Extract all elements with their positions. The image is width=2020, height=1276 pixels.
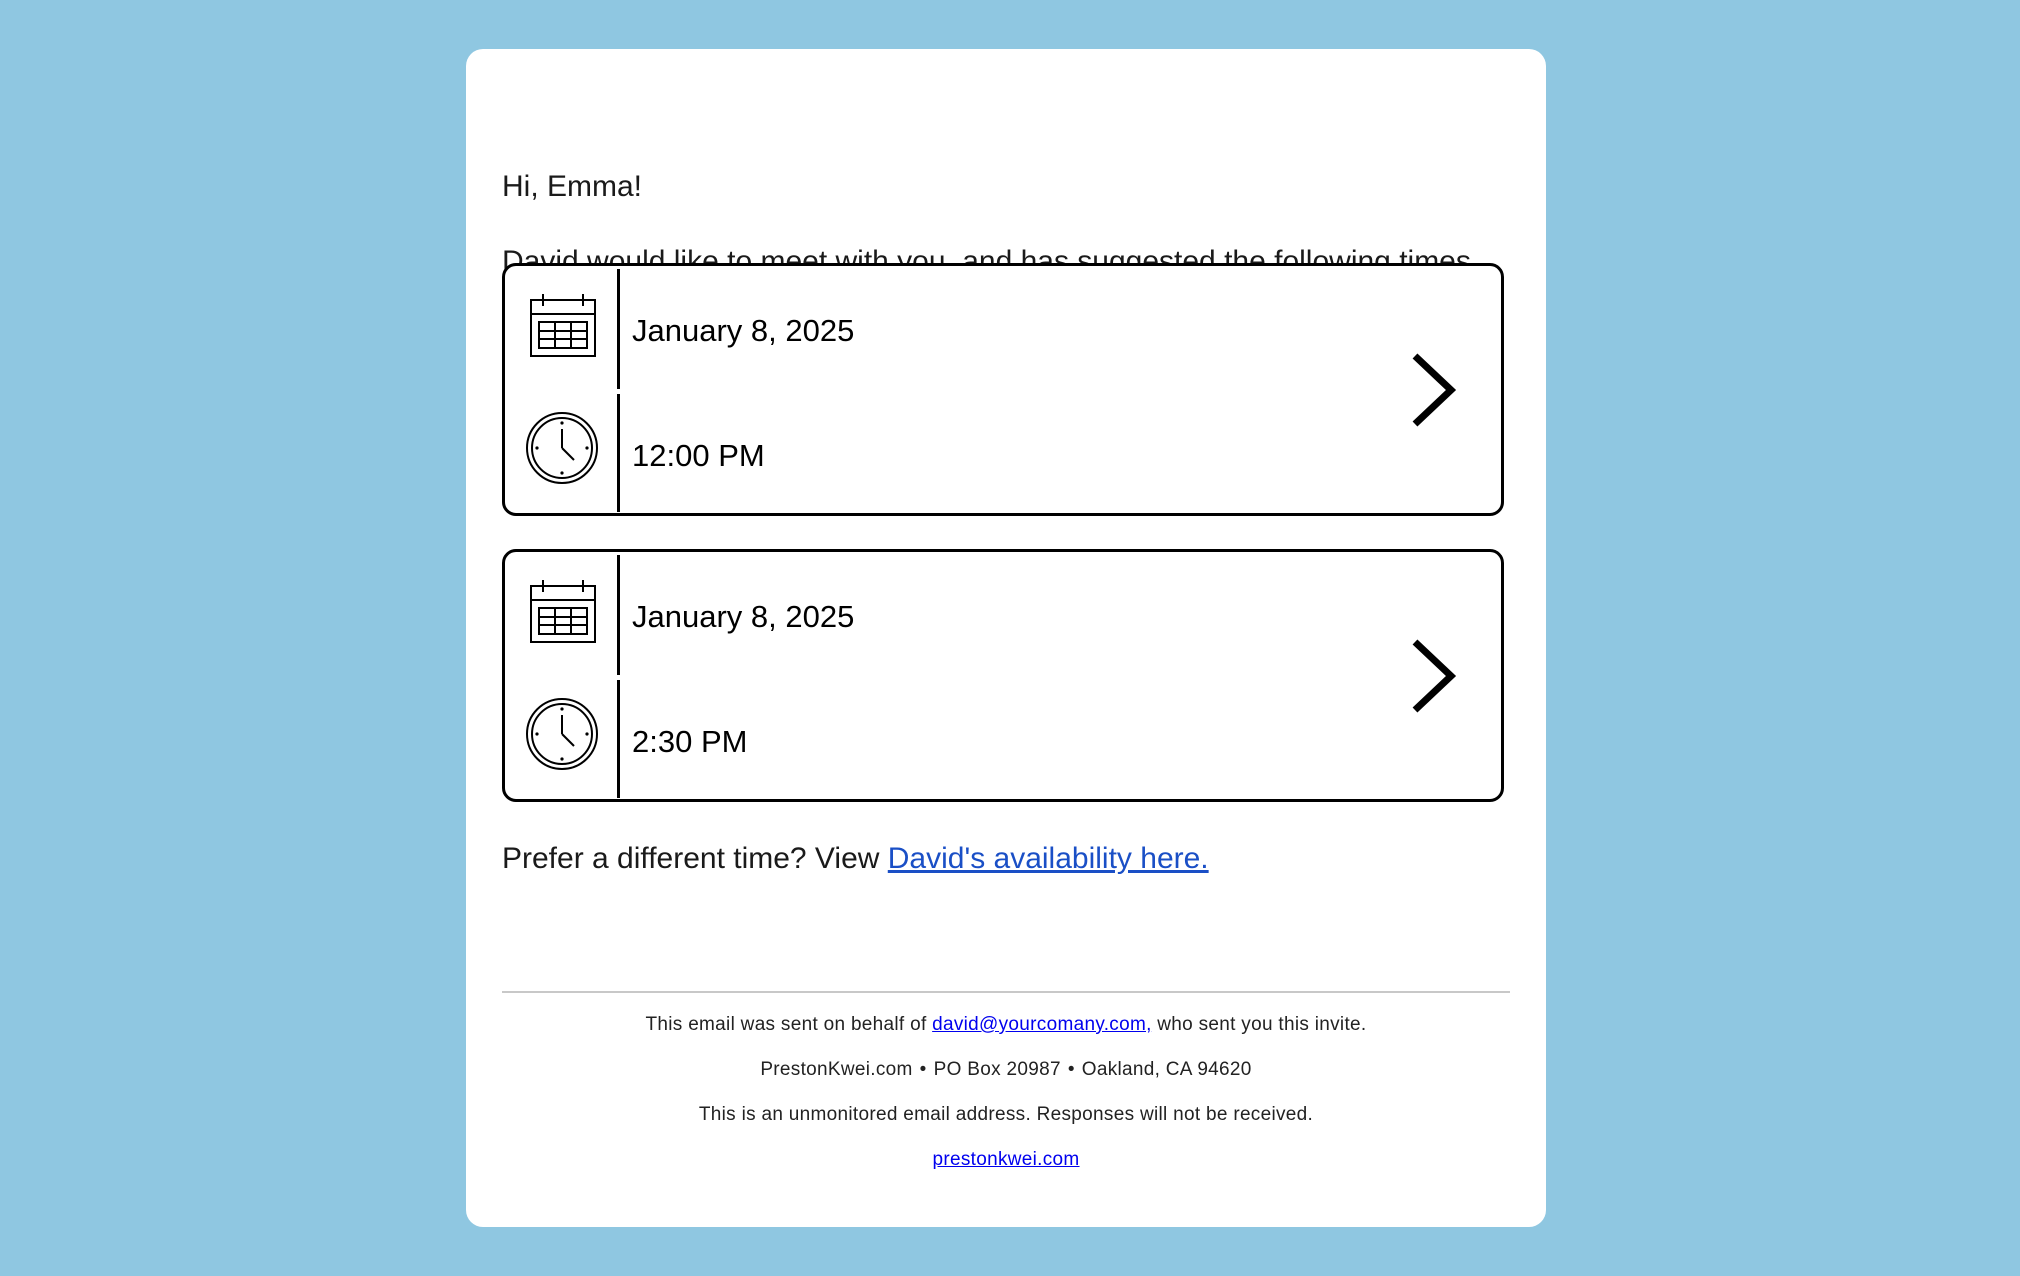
availability-link[interactable]: David's availability here. xyxy=(888,842,1209,875)
greeting: Hi, Emma! xyxy=(502,170,643,203)
separator-dot: • xyxy=(1067,1059,1075,1080)
calendar-icon xyxy=(530,294,596,357)
footer-address: PrestonKwei.com • PO Box 20987 • Oakland, CA… xyxy=(466,1057,1546,1083)
footer-company: PrestonKwei.com xyxy=(760,1059,913,1080)
slot-date: January 8, 2025 xyxy=(632,313,855,348)
prefer-text: Prefer a different time? View xyxy=(502,842,888,875)
slot-time: 12:00 PM xyxy=(632,438,765,473)
chevron-right-icon[interactable] xyxy=(1409,352,1459,428)
footer-sent-suffix: who sent you this invite. xyxy=(1151,1014,1367,1035)
prefer-different-time: Prefer a different time? View David's av… xyxy=(502,839,1209,879)
time-slot-option[interactable]: January 8, 2025 2:30 PM xyxy=(502,549,1504,802)
footer-sent-prefix: This email was sent on behalf of xyxy=(645,1014,933,1035)
sender-email-link[interactable]: david@yourcomany.com, xyxy=(932,1014,1152,1035)
slot-divider xyxy=(617,680,620,798)
site-link[interactable]: prestonkwei.com xyxy=(932,1149,1079,1170)
slot-date: January 8, 2025 xyxy=(632,599,855,634)
chevron-right-icon[interactable] xyxy=(1409,638,1459,714)
slot-time: 2:30 PM xyxy=(632,724,748,759)
slot-divider xyxy=(617,394,620,512)
clock-icon xyxy=(526,412,598,484)
slot-divider xyxy=(617,555,620,675)
email-card: Hi, Emma! David would like to meet with … xyxy=(466,49,1546,1227)
footer-sent-on-behalf: This email was sent on behalf of david@y… xyxy=(466,1012,1546,1038)
footer-unmonitored-notice: This is an unmonitored email address. Re… xyxy=(698,1104,1314,1125)
slot-divider xyxy=(617,269,620,389)
footer-site: prestonkwei.com xyxy=(466,1147,1546,1173)
time-slot-option[interactable]: January 8, 2025 12:00 PM xyxy=(502,263,1504,516)
footer-divider xyxy=(502,991,1510,993)
footer-city: Oakland, CA 94620 xyxy=(1081,1059,1252,1080)
footer-po-box: PO Box 20987 xyxy=(933,1059,1061,1080)
calendar-icon xyxy=(530,580,596,643)
clock-icon xyxy=(526,698,598,770)
separator-dot: • xyxy=(919,1059,927,1080)
